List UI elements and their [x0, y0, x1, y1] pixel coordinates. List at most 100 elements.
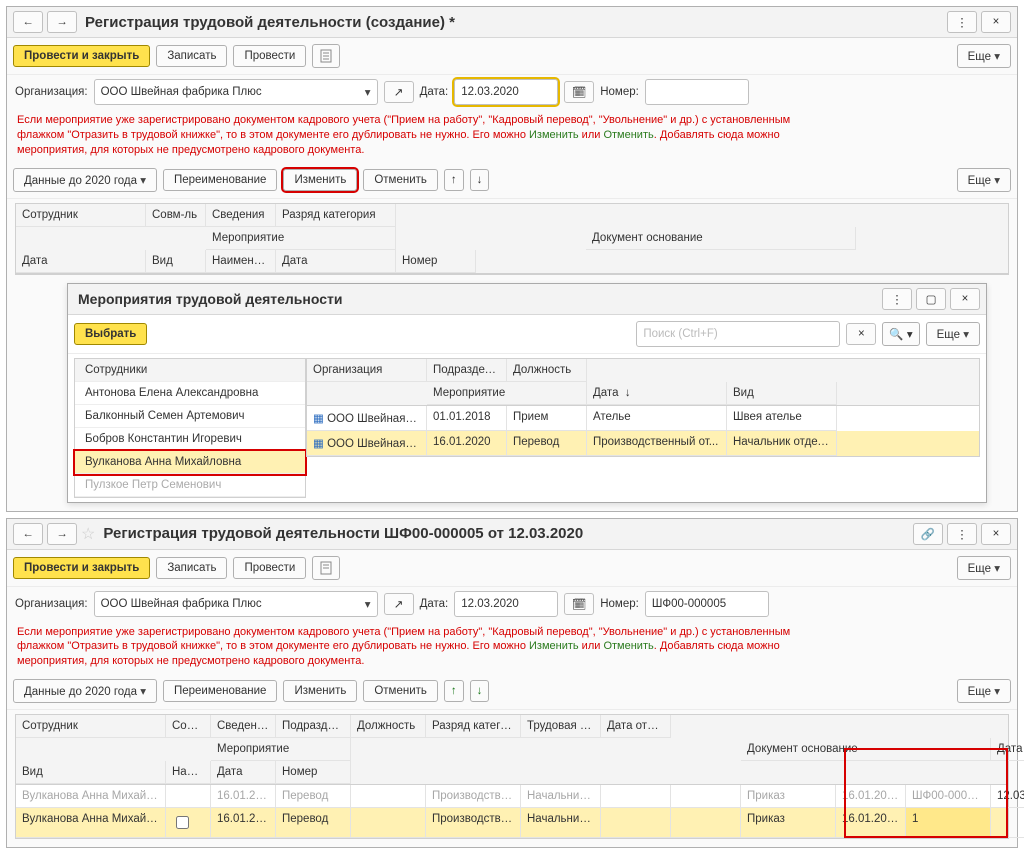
- popup-title: Мероприятия трудовой деятельности: [78, 291, 342, 307]
- col-category: Разряд категория: [276, 204, 396, 227]
- list-item-selected[interactable]: Вулканова Анна Михайловна: [75, 451, 305, 474]
- tb-rename-button[interactable]: Переименование: [163, 680, 277, 702]
- emp-header: Сотрудники: [75, 359, 305, 382]
- move-down-icon[interactable]: ↓: [470, 680, 490, 702]
- col-event: Мероприятие: [206, 227, 396, 250]
- number-label: Номер:: [600, 86, 639, 98]
- list-item[interactable]: Пулзкое Петр Семенович: [75, 474, 305, 497]
- tb-cancel-button[interactable]: Отменить: [363, 680, 438, 702]
- col-employee: Сотрудник: [16, 204, 146, 227]
- org-open-icon[interactable]: ↗: [384, 593, 414, 615]
- info-change-link[interactable]: Изменить: [529, 640, 579, 652]
- post-close-button[interactable]: Провести и закрыть: [13, 557, 150, 579]
- close-icon[interactable]: ×: [981, 523, 1011, 545]
- move-down-icon[interactable]: ↓: [470, 169, 490, 191]
- popup-close-icon[interactable]: ×: [950, 288, 980, 310]
- move-up-icon[interactable]: ↑: [444, 169, 464, 191]
- col-kind: Вид: [146, 250, 206, 273]
- star-icon[interactable]: ☆: [81, 524, 95, 544]
- more-button[interactable]: Еще: [957, 556, 1011, 580]
- report-icon[interactable]: [312, 556, 340, 580]
- nav-back-button[interactable]: ←: [13, 11, 43, 33]
- tb-cancel-button[interactable]: Отменить: [363, 169, 438, 191]
- col-docnum: Номер: [276, 761, 351, 784]
- popup-more-button[interactable]: Еще: [926, 322, 980, 346]
- table-more-button[interactable]: Еще: [957, 168, 1011, 192]
- col-pos: Должность: [351, 715, 426, 738]
- popup-menu-icon[interactable]: ⋮: [882, 288, 912, 310]
- date-input[interactable]: 12.03.2020: [454, 79, 558, 105]
- col-event: Мероприятие: [211, 738, 351, 761]
- move-up-icon[interactable]: ↑: [444, 680, 464, 702]
- info-cancel-link[interactable]: Отменить: [603, 129, 653, 141]
- close-icon[interactable]: ×: [981, 11, 1011, 33]
- col-info: Сведения: [211, 715, 276, 738]
- post-button[interactable]: Провести: [233, 45, 306, 67]
- col-docname: Наименование: [206, 250, 276, 273]
- col-info: Сведения: [206, 204, 276, 227]
- post-close-button[interactable]: Провести и закрыть: [13, 45, 150, 67]
- table-row[interactable]: ▦ ООО Швейная фа... 01.01.2018 Прием Ате…: [307, 406, 979, 431]
- table-row-selected[interactable]: ▦ ООО Швейная фа... 16.01.2020 Перевод П…: [307, 431, 979, 456]
- nav-forward-button[interactable]: →: [47, 523, 77, 545]
- list-item[interactable]: Балконный Семен Артемович: [75, 405, 305, 428]
- org-open-icon[interactable]: ↗: [384, 81, 414, 103]
- events-popup: Мероприятия трудовой деятельности ⋮ ▢ × …: [67, 283, 987, 503]
- menu-icon[interactable]: ⋮: [947, 523, 977, 545]
- org-label: Организация:: [15, 598, 88, 610]
- table-toolbar: Данные до 2020 года Переименование Измен…: [7, 162, 1017, 199]
- list-item[interactable]: Антонова Елена Александровна: [75, 382, 305, 405]
- tb-data-button[interactable]: Данные до 2020 года: [13, 679, 157, 703]
- form-row: Организация: ООО Швейная фабрика Плюс ↗ …: [7, 75, 1017, 109]
- employees-list: Сотрудники Антонова Елена Александровна …: [74, 358, 306, 498]
- search-input[interactable]: Поиск (Ctrl+F): [636, 321, 840, 347]
- tb-data-button[interactable]: Данные до 2020 года: [13, 168, 157, 192]
- org-label: Организация:: [15, 86, 88, 98]
- select-button[interactable]: Выбрать: [74, 323, 147, 345]
- popup-window-icon[interactable]: ▢: [916, 288, 946, 310]
- more-button[interactable]: Еще: [957, 44, 1011, 68]
- col-dept: Подразделение: [427, 359, 507, 382]
- org-combo[interactable]: ООО Швейная фабрика Плюс: [94, 79, 378, 105]
- search-clear-icon[interactable]: ×: [846, 323, 876, 345]
- col-docdate: Дата: [211, 761, 276, 784]
- report-icon[interactable]: [312, 44, 340, 68]
- link-icon[interactable]: 🔗: [913, 523, 943, 545]
- title-bar: ← → Регистрация трудовой деятельности (с…: [7, 7, 1017, 38]
- org-combo[interactable]: ООО Швейная фабрика Плюс: [94, 591, 378, 617]
- calendar-icon[interactable]: 🗓: [564, 81, 594, 103]
- date-input[interactable]: 12.03.2020: [454, 591, 558, 617]
- save-button[interactable]: Записать: [156, 45, 227, 67]
- table-row-selected[interactable]: Вулканова Анна Михайловна 16.01.2020 Пер…: [16, 808, 1008, 838]
- nav-back-button[interactable]: ←: [13, 523, 43, 545]
- col-pos: Должность: [507, 359, 587, 382]
- col-date: Дата: [16, 250, 146, 273]
- tb-change-button[interactable]: Изменить: [283, 169, 357, 191]
- sovm-checkbox[interactable]: [176, 816, 189, 829]
- col-dept: Подразделение: [276, 715, 351, 738]
- number-input[interactable]: [645, 79, 749, 105]
- info-change-link[interactable]: Изменить: [529, 129, 579, 141]
- number-input[interactable]: ШФ00-000005: [645, 591, 769, 617]
- col-evkind: Вид: [727, 382, 837, 405]
- tb-change-button[interactable]: Изменить: [283, 680, 357, 702]
- col-doc: Документ основание: [586, 227, 856, 250]
- col-docname: Наименование: [166, 761, 211, 784]
- col-event: Мероприятие: [427, 382, 587, 405]
- post-button[interactable]: Провести: [233, 557, 306, 579]
- list-item[interactable]: Бобров Константин Игоревич: [75, 428, 305, 451]
- col-doc: Документ основание: [741, 738, 991, 761]
- window-title: Регистрация трудовой деятельности (созда…: [85, 14, 455, 31]
- top-window: ← → Регистрация трудовой деятельности (с…: [6, 6, 1018, 512]
- save-button[interactable]: Записать: [156, 557, 227, 579]
- tb-rename-button[interactable]: Переименование: [163, 169, 277, 191]
- menu-icon[interactable]: ⋮: [947, 11, 977, 33]
- bottom-table: Сотрудник Совм-ль Мероприятие Сведения П…: [15, 714, 1009, 839]
- table-row[interactable]: Вулканова Анна Михайловна 16.01.2020 Пер…: [16, 785, 1008, 808]
- info-cancel-link[interactable]: Отменить: [603, 640, 653, 652]
- nav-forward-button[interactable]: →: [47, 11, 77, 33]
- calendar-icon[interactable]: 🗓: [564, 593, 594, 615]
- search-icon[interactable]: 🔍 ▾: [882, 322, 919, 346]
- table-more-button[interactable]: Еще: [957, 679, 1011, 703]
- info-text: Если мероприятие уже зарегистрировано до…: [7, 109, 1017, 162]
